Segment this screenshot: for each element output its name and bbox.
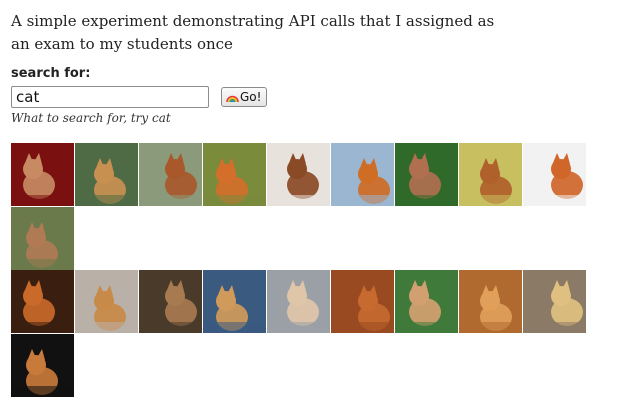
rainbow-icon <box>226 92 239 103</box>
cat-thumbnail <box>523 270 586 333</box>
cat-thumbnail <box>11 334 74 397</box>
cat-thumbnail <box>267 270 330 333</box>
fox-squirrel-thumbnail <box>523 143 586 206</box>
fox-squirrel-thumbnail <box>395 143 458 206</box>
cat-thumbnail <box>139 270 202 333</box>
fox-squirrel-thumbnail <box>139 143 202 206</box>
go-button[interactable]: Go! <box>221 87 268 107</box>
cat-thumbnail <box>459 270 522 333</box>
cat-thumbnail <box>11 270 74 333</box>
cat-thumbnail <box>203 270 266 333</box>
fox-squirrel-thumbnail <box>11 207 74 270</box>
cat-thumbnail <box>75 270 138 333</box>
fox-squirrel-thumbnail <box>267 143 330 206</box>
search-input[interactable] <box>11 86 209 108</box>
search-hint: What to search for, try cat <box>11 111 171 125</box>
fox-squirrel-thumbnail <box>11 143 74 206</box>
intro-text: A simple experiment demonstrating API ca… <box>11 12 495 53</box>
cat-thumbnail <box>395 270 458 333</box>
cat-thumbnail <box>331 270 394 333</box>
fox-squirrel-thumbnail <box>459 143 522 206</box>
fox-squirrel-thumbnail <box>331 143 394 206</box>
fox-squirrel-thumbnail <box>75 143 138 206</box>
go-button-label: Go! <box>240 90 262 104</box>
fox-squirrel-thumbnail <box>203 143 266 206</box>
search-label: search for: <box>11 66 91 81</box>
